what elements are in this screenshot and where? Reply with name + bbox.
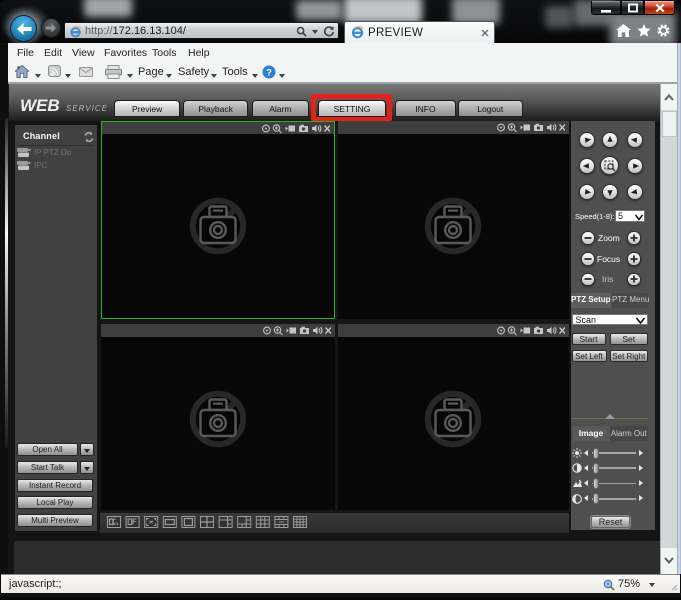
svg-text:?: ? bbox=[266, 67, 272, 78]
